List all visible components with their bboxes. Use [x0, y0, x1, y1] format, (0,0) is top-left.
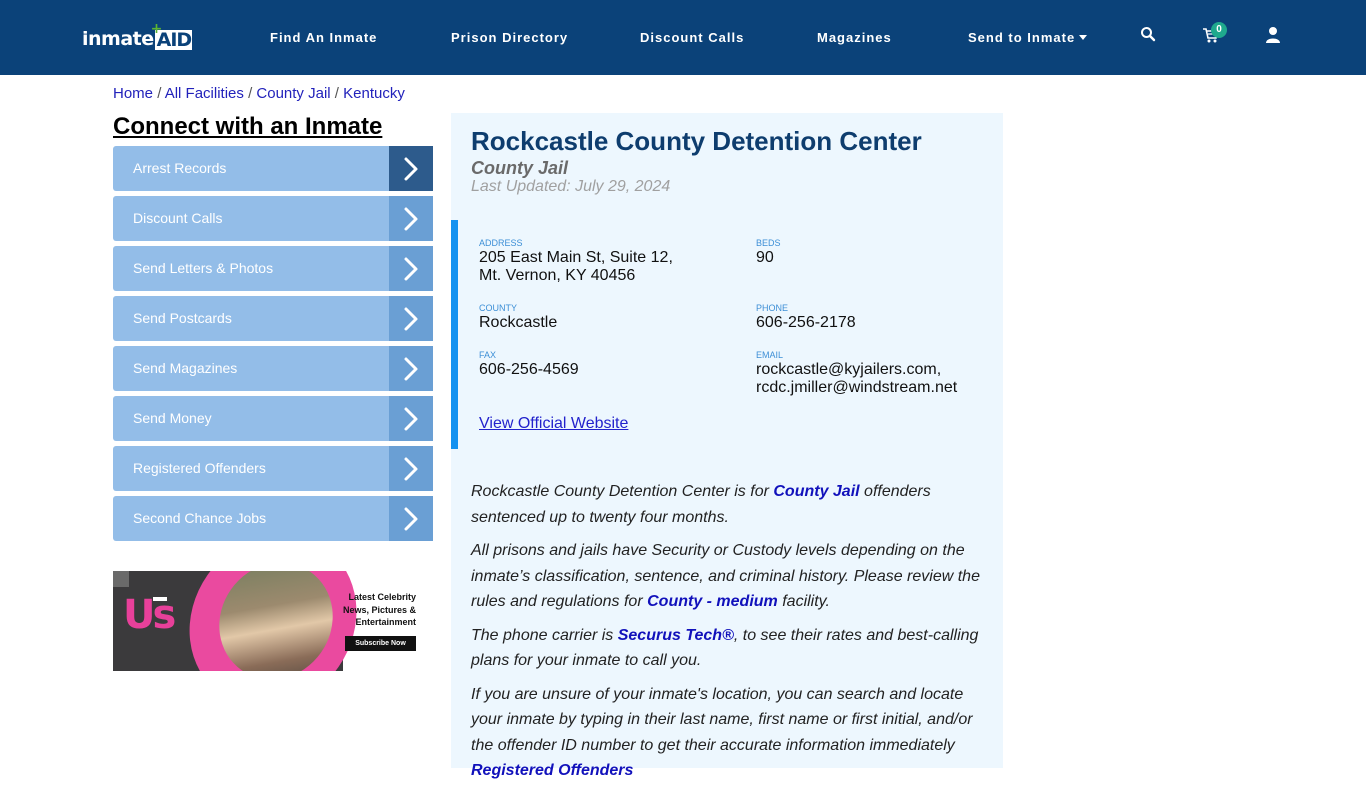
breadcrumb-kentucky[interactable]: Kentucky — [343, 85, 405, 102]
nav-discount-calls[interactable]: Discount Calls — [640, 30, 744, 46]
sidebar-item-label: Registered Offenders — [133, 460, 266, 476]
sidebar-item-arrest-records[interactable]: Arrest Records — [113, 146, 433, 191]
sidebar-item-label: Send Magazines — [133, 360, 238, 376]
beds-value: 90 — [756, 249, 774, 266]
fax-value: 606-256-4569 — [479, 361, 579, 378]
nav-prison-directory[interactable]: Prison Directory — [451, 30, 568, 46]
county-medium-link[interactable]: County - medium — [647, 593, 778, 610]
facility-type: County Jail — [471, 158, 569, 178]
inmateaid-logo[interactable]: inmate + AID — [82, 22, 193, 51]
sidebar-menu: Arrest Records Discount Calls Send Lette… — [113, 146, 433, 546]
sidebar-item-send-money[interactable]: Send Money — [113, 396, 433, 441]
phone-label: PHONE — [756, 303, 789, 313]
chevron-right-icon — [389, 496, 433, 541]
chevron-right-icon — [389, 246, 433, 291]
chevron-right-icon — [389, 296, 433, 341]
breadcrumb-separator: / — [248, 85, 253, 102]
search-icon[interactable] — [1140, 26, 1164, 48]
description-paragraph: Rockcastle County Detention Center is fo… — [471, 479, 991, 530]
sidebar-item-send-letters-photos[interactable]: Send Letters & Photos — [113, 246, 433, 291]
ad-weekly-tag — [153, 597, 167, 601]
beds-field: BEDS 90 — [756, 238, 781, 267]
chevron-right-icon — [389, 196, 433, 241]
breadcrumb-home[interactable]: Home — [113, 85, 153, 102]
breadcrumb-county-jail[interactable]: County Jail — [256, 85, 330, 102]
breadcrumb: Home / All Facilities / County Jail / Ke… — [113, 85, 405, 103]
ad-headline: Latest Celebrity News, Pictures & Entert… — [342, 592, 416, 627]
email-label: EMAIL — [756, 350, 784, 360]
breadcrumb-separator: / — [157, 85, 162, 102]
sidebar-title: Connect with an Inmate — [113, 113, 383, 140]
address-field: ADDRESS 205 East Main St, Suite 12, Mt. … — [479, 238, 673, 285]
sidebar-item-registered-offenders[interactable]: Registered Offenders — [113, 446, 433, 491]
chevron-right-icon — [389, 446, 433, 491]
nav-send-to-inmate[interactable]: Send to Inmate — [968, 30, 1088, 46]
securus-tech-link[interactable]: Securus Tech® — [618, 627, 734, 644]
phone-value[interactable]: 606-256-2178 — [756, 314, 856, 332]
top-navbar: inmate + AID Find An Inmate Prison Direc… — [0, 0, 1366, 75]
chevron-right-icon — [389, 146, 433, 191]
facility-title: Rockcastle County Detention Center — [471, 126, 922, 156]
logo-text-aid: + AID — [151, 22, 193, 51]
sidebar-item-label: Send Letters & Photos — [133, 260, 274, 276]
user-icon[interactable] — [1265, 26, 1289, 48]
sidebar-item-send-postcards[interactable]: Send Postcards — [113, 296, 433, 341]
facility-info-box: ADDRESS 205 East Main St, Suite 12, Mt. … — [451, 220, 1003, 449]
sidebar-item-label: Send Postcards — [133, 310, 232, 326]
description-paragraph: The phone carrier is Securus Tech®, to s… — [471, 623, 991, 674]
chevron-right-icon — [389, 396, 433, 441]
nav-send-to-inmate-label: Send to Inmate — [968, 30, 1076, 45]
caret-down-icon — [1079, 35, 1088, 40]
fax-label: FAX — [479, 350, 497, 360]
county-value: Rockcastle — [479, 314, 558, 331]
beds-label: BEDS — [756, 238, 781, 248]
sidebar-item-label: Arrest Records — [133, 160, 227, 176]
us-weekly-ad-banner[interactable]: Us Latest Celebrity News, Pictures & Ent… — [113, 571, 416, 671]
fax-field: FAX 606-256-4569 — [479, 350, 579, 379]
county-field: COUNTY Rockcastle — [479, 303, 557, 332]
breadcrumb-all-facilities[interactable]: All Facilities — [165, 85, 244, 102]
address-line2: Mt. Vernon, KY 40456 — [479, 267, 636, 284]
address-label: ADDRESS — [479, 238, 523, 248]
sidebar-item-send-magazines[interactable]: Send Magazines — [113, 346, 433, 391]
nav-find-an-inmate[interactable]: Find An Inmate — [270, 30, 377, 46]
email-value-1[interactable]: rockcastle@kyjailers.com, — [756, 361, 957, 379]
sidebar-item-label: Second Chance Jobs — [133, 510, 267, 526]
description-text: The phone carrier is — [471, 626, 618, 644]
description-paragraph: If you are unsure of your inmate's locat… — [471, 682, 991, 784]
logo-aid-label: AID — [156, 29, 193, 51]
county-jail-link[interactable]: County Jail — [773, 483, 859, 500]
description-paragraph: All prisons and jails have Security or C… — [471, 538, 991, 615]
registered-offenders-link[interactable]: Registered Offenders — [471, 762, 633, 779]
facility-panel: Rockcastle County Detention Center Count… — [451, 113, 1003, 779]
ad-subscribe-button[interactable]: Subscribe Now — [345, 636, 416, 651]
sidebar-item-label: Send Money — [133, 410, 212, 426]
last-updated: Last Updated: July 29, 2024 — [471, 178, 671, 195]
description-text: facility. — [777, 593, 830, 610]
logo-plus-icon: + — [150, 21, 163, 37]
ad-corner-square — [113, 571, 129, 587]
address-line1: 205 East Main St, Suite 12, — [479, 249, 673, 266]
email-value-2[interactable]: rcdc.jmiller@windstream.net — [756, 379, 957, 397]
chevron-right-icon — [389, 346, 433, 391]
logo-text-inmate: inmate — [82, 28, 154, 50]
cart-count-badge: 0 — [1211, 22, 1227, 38]
breadcrumb-separator: / — [334, 85, 339, 102]
email-field: EMAIL rockcastle@kyjailers.com, rcdc.jmi… — [756, 350, 957, 397]
county-label: COUNTY — [479, 303, 517, 313]
facility-description: Rockcastle County Detention Center is fo… — [471, 479, 991, 792]
sidebar-item-second-chance-jobs[interactable]: Second Chance Jobs — [113, 496, 433, 541]
phone-field: PHONE 606-256-2178 — [756, 303, 856, 332]
description-text: If you are unsure of your inmate's locat… — [471, 685, 973, 754]
official-website-link[interactable]: View Official Website — [479, 415, 628, 433]
description-text: Rockcastle County Detention Center is fo… — [471, 483, 774, 500]
sidebar-item-label: Discount Calls — [133, 210, 223, 226]
sidebar-item-discount-calls[interactable]: Discount Calls — [113, 196, 433, 241]
nav-magazines[interactable]: Magazines — [817, 30, 892, 46]
